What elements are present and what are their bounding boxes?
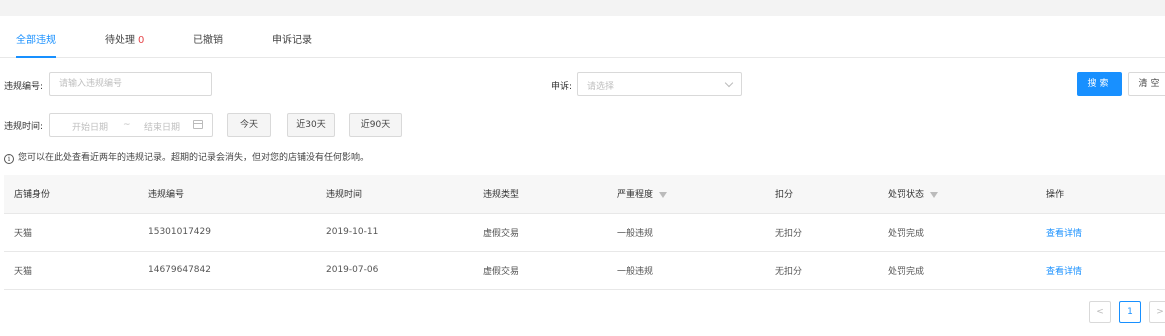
filter-icon[interactable] xyxy=(659,192,668,199)
violations-table: 店铺身份 违规编号 违规时间 违规类型 严重程度 扣分 处罚状态 操作 天猫 1… xyxy=(4,175,1165,290)
col-actions: 操作 xyxy=(1036,175,1165,214)
tab-label: 待处理 xyxy=(105,35,135,46)
col-store-identity: 店铺身份 xyxy=(4,175,138,214)
tab-label: 全部违规 xyxy=(16,35,56,46)
cell-severity: 一般违规 xyxy=(607,213,765,252)
table-row: 天猫 15301017429 2019-10-11 虚假交易 一般违规 无扣分 … xyxy=(4,213,1165,252)
view-details-link[interactable]: 查看详情 xyxy=(1046,229,1082,239)
cell-store-identity: 天猫 xyxy=(4,213,138,252)
tab-bar: 全部违规 待处理 0 已撤销 申诉记录 xyxy=(0,28,1165,58)
time-label: 违规时间: xyxy=(4,122,44,132)
cell-actions: 查看详情 xyxy=(1036,251,1165,290)
appeal-label: 申诉: xyxy=(551,82,573,92)
info-icon: i xyxy=(4,154,14,164)
appeal-select-placeholder: 请选择 xyxy=(587,82,615,92)
pending-count-badge: 0 xyxy=(138,35,145,46)
last-90-days-button[interactable]: 近90天 xyxy=(349,113,402,137)
filter-icon[interactable] xyxy=(930,192,939,199)
col-penalty-status: 处罚状态 xyxy=(878,175,1036,214)
last-30-days-button[interactable]: 近30天 xyxy=(287,113,335,137)
cell-violation-no: 14679647842 xyxy=(138,251,316,290)
tab-label: 已撤销 xyxy=(193,35,223,46)
tab-label: 申诉记录 xyxy=(272,35,312,46)
view-details-link[interactable]: 查看详情 xyxy=(1046,267,1082,277)
end-date-placeholder: 结束日期 xyxy=(144,123,181,133)
page-1-button[interactable]: 1 xyxy=(1119,301,1141,323)
today-button[interactable]: 今天 xyxy=(227,113,271,137)
prev-page-button[interactable]: < xyxy=(1089,301,1111,323)
penalty-status-header-label: 处罚状态 xyxy=(888,190,925,201)
cell-penalty-status: 处罚完成 xyxy=(878,251,1036,290)
range-separator: ~ xyxy=(123,120,131,130)
appeal-select[interactable]: 请选择 xyxy=(577,72,742,96)
cell-deduction: 无扣分 xyxy=(765,213,878,252)
date-range-picker[interactable]: 开始日期 ~ 结束日期 xyxy=(49,113,213,137)
table-header-row: 店铺身份 违规编号 违规时间 违规类型 严重程度 扣分 处罚状态 操作 xyxy=(4,175,1165,214)
top-bar xyxy=(0,0,1165,16)
cell-deduction: 无扣分 xyxy=(765,251,878,290)
col-severity: 严重程度 xyxy=(607,175,765,214)
table-row: 天猫 14679647842 2019-07-06 虚假交易 一般违规 无扣分 … xyxy=(4,251,1165,290)
cell-severity: 一般违规 xyxy=(607,251,765,290)
severity-header-label: 严重程度 xyxy=(617,190,654,201)
col-deduction: 扣分 xyxy=(765,175,878,214)
retention-notice: i 您可以在此处查看近两年的违规记录。超期的记录会消失，但对您的店铺没有任何影响。 xyxy=(4,150,369,164)
cell-penalty-status: 处罚完成 xyxy=(878,213,1036,252)
calendar-icon xyxy=(193,120,203,129)
tab-appeal-records[interactable]: 申诉记录 xyxy=(272,34,312,58)
cell-violation-time: 2019-07-06 xyxy=(316,251,473,290)
tab-pending[interactable]: 待处理 0 xyxy=(105,34,144,58)
col-violation-type: 违规类型 xyxy=(473,175,607,214)
notice-text: 您可以在此处查看近两年的违规记录。超期的记录会消失，但对您的店铺没有任何影响。 xyxy=(18,153,370,163)
chevron-down-icon xyxy=(724,78,734,88)
cell-violation-type: 虚假交易 xyxy=(473,213,607,252)
tab-all-violations[interactable]: 全部违规 xyxy=(16,34,56,58)
cell-violation-type: 虚假交易 xyxy=(473,251,607,290)
violation-no-input[interactable] xyxy=(49,72,212,96)
col-violation-time: 违规时间 xyxy=(316,175,473,214)
cell-actions: 查看详情 xyxy=(1036,213,1165,252)
cell-violation-no: 15301017429 xyxy=(138,213,316,252)
tab-revoked[interactable]: 已撤销 xyxy=(193,34,223,58)
col-violation-no: 违规编号 xyxy=(138,175,316,214)
cell-store-identity: 天猫 xyxy=(4,251,138,290)
search-button[interactable]: 搜索 xyxy=(1077,72,1122,96)
cell-violation-time: 2019-10-11 xyxy=(316,213,473,252)
clear-button[interactable]: 清空 xyxy=(1128,72,1165,96)
start-date-placeholder: 开始日期 xyxy=(72,123,109,133)
violation-no-label: 违规编号: xyxy=(4,82,44,92)
next-page-button[interactable]: > xyxy=(1149,301,1165,323)
